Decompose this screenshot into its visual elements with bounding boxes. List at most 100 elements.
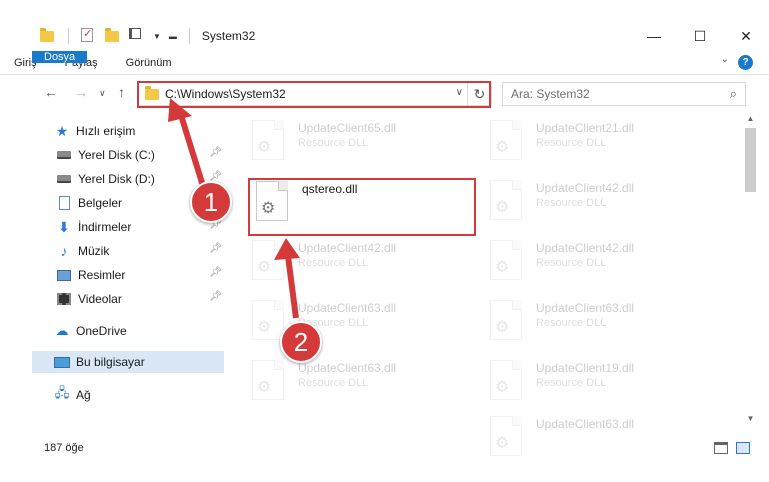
sidebar-item-label: Belgeler <box>78 196 123 210</box>
new-folder-icon[interactable] <box>105 28 121 44</box>
maximize-button[interactable]: ☐ <box>677 22 723 50</box>
sidebar-item-local-disk-c[interactable]: Yerel Disk (C:) 📌︎ <box>56 144 226 166</box>
file-name: UpdateClient63.dll <box>298 301 397 315</box>
file-name: UpdateClient65.dll <box>298 121 397 135</box>
dll-file-icon: ⚙ <box>252 240 284 280</box>
view-options-icon[interactable] <box>129 28 145 44</box>
list-item[interactable]: ⚙ UpdateClient42.dll Resource DLL <box>490 180 634 220</box>
up-arrow-icon[interactable]: ↑ <box>118 84 125 100</box>
file-type: Resource DLL <box>298 257 369 269</box>
file-name: UpdateClient42.dll <box>536 181 635 195</box>
file-type: Resource DLL <box>298 137 369 149</box>
file-list: ⚙ UpdateClient65.dll Resource DLL ⚙ qste… <box>226 108 742 456</box>
list-item[interactable]: ⚙ UpdateClient63.dll Resource DLL <box>490 300 634 340</box>
disk-icon <box>56 171 72 187</box>
dll-file-icon: ⚙ <box>490 240 522 280</box>
dll-file-icon: ⚙ <box>252 120 284 160</box>
downloads-icon: ⬇ <box>58 218 70 235</box>
file-type: Resource DLL <box>536 197 607 209</box>
file-name: UpdateClient19.dll <box>536 361 635 375</box>
documents-icon <box>56 195 72 211</box>
large-icons-view-icon[interactable] <box>736 442 750 454</box>
pin-icon[interactable]: 📌︎ <box>209 291 222 302</box>
sidebar-item-onedrive[interactable]: ☁ OneDrive <box>54 320 248 342</box>
toolbar-divider <box>68 28 69 44</box>
search-placeholder: Ara: System32 <box>511 87 590 101</box>
network-icon: 🖧︎ <box>54 385 70 400</box>
scroll-up-icon[interactable]: ▲ <box>742 114 759 128</box>
search-icon[interactable]: ⌕ <box>730 86 737 102</box>
file-type: Resource DLL <box>536 257 607 269</box>
chevron-down-icon[interactable]: ⌄ <box>721 54 729 65</box>
file-name: UpdateClient42.dll <box>298 241 397 255</box>
list-item[interactable]: ⚙ UpdateClient65.dll Resource DLL <box>252 120 396 160</box>
address-highlight-box <box>137 81 491 108</box>
file-name: UpdateClient63.dll <box>536 301 635 315</box>
minimize-button[interactable]: — <box>631 22 677 50</box>
sidebar-item-label: Resimler <box>78 268 126 282</box>
dll-file-icon: ⚙ <box>490 360 522 400</box>
scrollbar-thumb[interactable] <box>745 128 756 192</box>
sidebar-item-network[interactable]: 🖧︎ Ağ <box>54 384 248 406</box>
sidebar-item-pictures[interactable]: Resimler 📌︎ <box>56 264 226 286</box>
sidebar-item-label: Yerel Disk (D:) <box>78 172 155 186</box>
star-icon: ★ <box>55 122 69 139</box>
tab-file[interactable]: Dosya <box>32 51 88 63</box>
help-icon[interactable]: ? <box>738 55 753 70</box>
callout-badge-1: 1 <box>190 181 232 223</box>
list-item[interactable]: ⚙ UpdateClient63.dll Resource DLL <box>252 300 396 340</box>
file-highlight-box <box>248 178 476 236</box>
sidebar-item-this-pc[interactable]: Bu bilgisayar <box>32 351 224 373</box>
computer-icon <box>54 354 70 370</box>
chevron-down-icon[interactable]: ▼ <box>153 32 161 41</box>
sidebar-item-videos[interactable]: Videolar 📌︎ <box>56 288 226 310</box>
sidebar-item-label: Videolar <box>78 292 122 306</box>
file-type: Resource DLL <box>298 377 369 389</box>
pin-icon[interactable]: 📌︎ <box>209 243 222 254</box>
file-name: UpdateClient21.dll <box>536 121 635 135</box>
disk-icon <box>56 147 72 163</box>
forward-arrow-icon[interactable]: → <box>74 84 88 100</box>
sidebar-item-label: Bu bilgisayar <box>76 355 145 369</box>
sidebar-item-music[interactable]: ♪ Müzik 📌︎ <box>56 240 226 262</box>
details-view-icon[interactable] <box>714 442 728 454</box>
quick-access-toolbar: ▼ ▬ <box>40 27 194 44</box>
dll-file-icon: ⚙ <box>252 360 284 400</box>
list-item[interactable]: ⚙ UpdateClient42.dll Resource DLL <box>490 240 634 280</box>
sidebar-item-label: Müzik <box>78 244 110 258</box>
list-item[interactable]: ⚙ UpdateClient42.dll Resource DLL <box>252 240 396 280</box>
item-count: 187 öğe <box>44 442 84 454</box>
sidebar-item-label: Hızlı erişim <box>76 124 136 138</box>
videos-icon <box>56 291 72 307</box>
close-button[interactable]: ✕ <box>723 22 769 50</box>
vertical-scrollbar[interactable]: ▲ ▼ <box>742 114 759 428</box>
file-name: UpdateClient63.dll <box>298 361 397 375</box>
properties-icon[interactable] <box>81 27 97 44</box>
status-bar: 187 öğe <box>0 436 769 460</box>
ribbon-tabs: Dosya Giriş Paylaş Görünüm ⌄ ? <box>0 51 769 75</box>
sidebar-item-label: Yerel Disk (C:) <box>78 148 155 162</box>
dll-file-icon: ⚙ <box>252 300 284 340</box>
file-type: Resource DLL <box>536 137 607 149</box>
list-item[interactable]: ⚙ UpdateClient63.dll Resource DLL <box>252 360 396 400</box>
back-arrow-icon[interactable]: ← <box>44 84 58 100</box>
recent-locations-icon[interactable]: ∨ <box>99 88 106 99</box>
toolbar-divider <box>188 28 190 44</box>
scroll-down-icon[interactable]: ▼ <box>742 414 759 428</box>
sidebar-item-label: OneDrive <box>76 324 127 338</box>
pin-icon[interactable]: 📌︎ <box>209 147 222 158</box>
search-input[interactable]: Ara: System32 ⌕ <box>502 82 746 106</box>
folder-icon <box>40 28 56 44</box>
list-item[interactable]: ⚙ UpdateClient21.dll Resource DLL <box>490 120 634 160</box>
pin-icon[interactable]: 📌︎ <box>209 267 222 278</box>
file-type: Resource DLL <box>536 317 607 329</box>
tab-view[interactable]: Görünüm <box>112 51 186 74</box>
music-icon: ♪ <box>60 243 68 259</box>
customize-toolbar-icon[interactable]: ▬ <box>169 32 177 41</box>
callout-badge-2: 2 <box>280 321 322 363</box>
sidebar-item-label: Ağ <box>76 388 91 402</box>
dll-file-icon: ⚙ <box>490 180 522 220</box>
list-item[interactable]: ⚙ UpdateClient19.dll Resource DLL <box>490 360 634 400</box>
cloud-icon: ☁ <box>55 323 69 338</box>
sidebar-item-quick-access[interactable]: ★ Hızlı erişim <box>54 120 248 142</box>
